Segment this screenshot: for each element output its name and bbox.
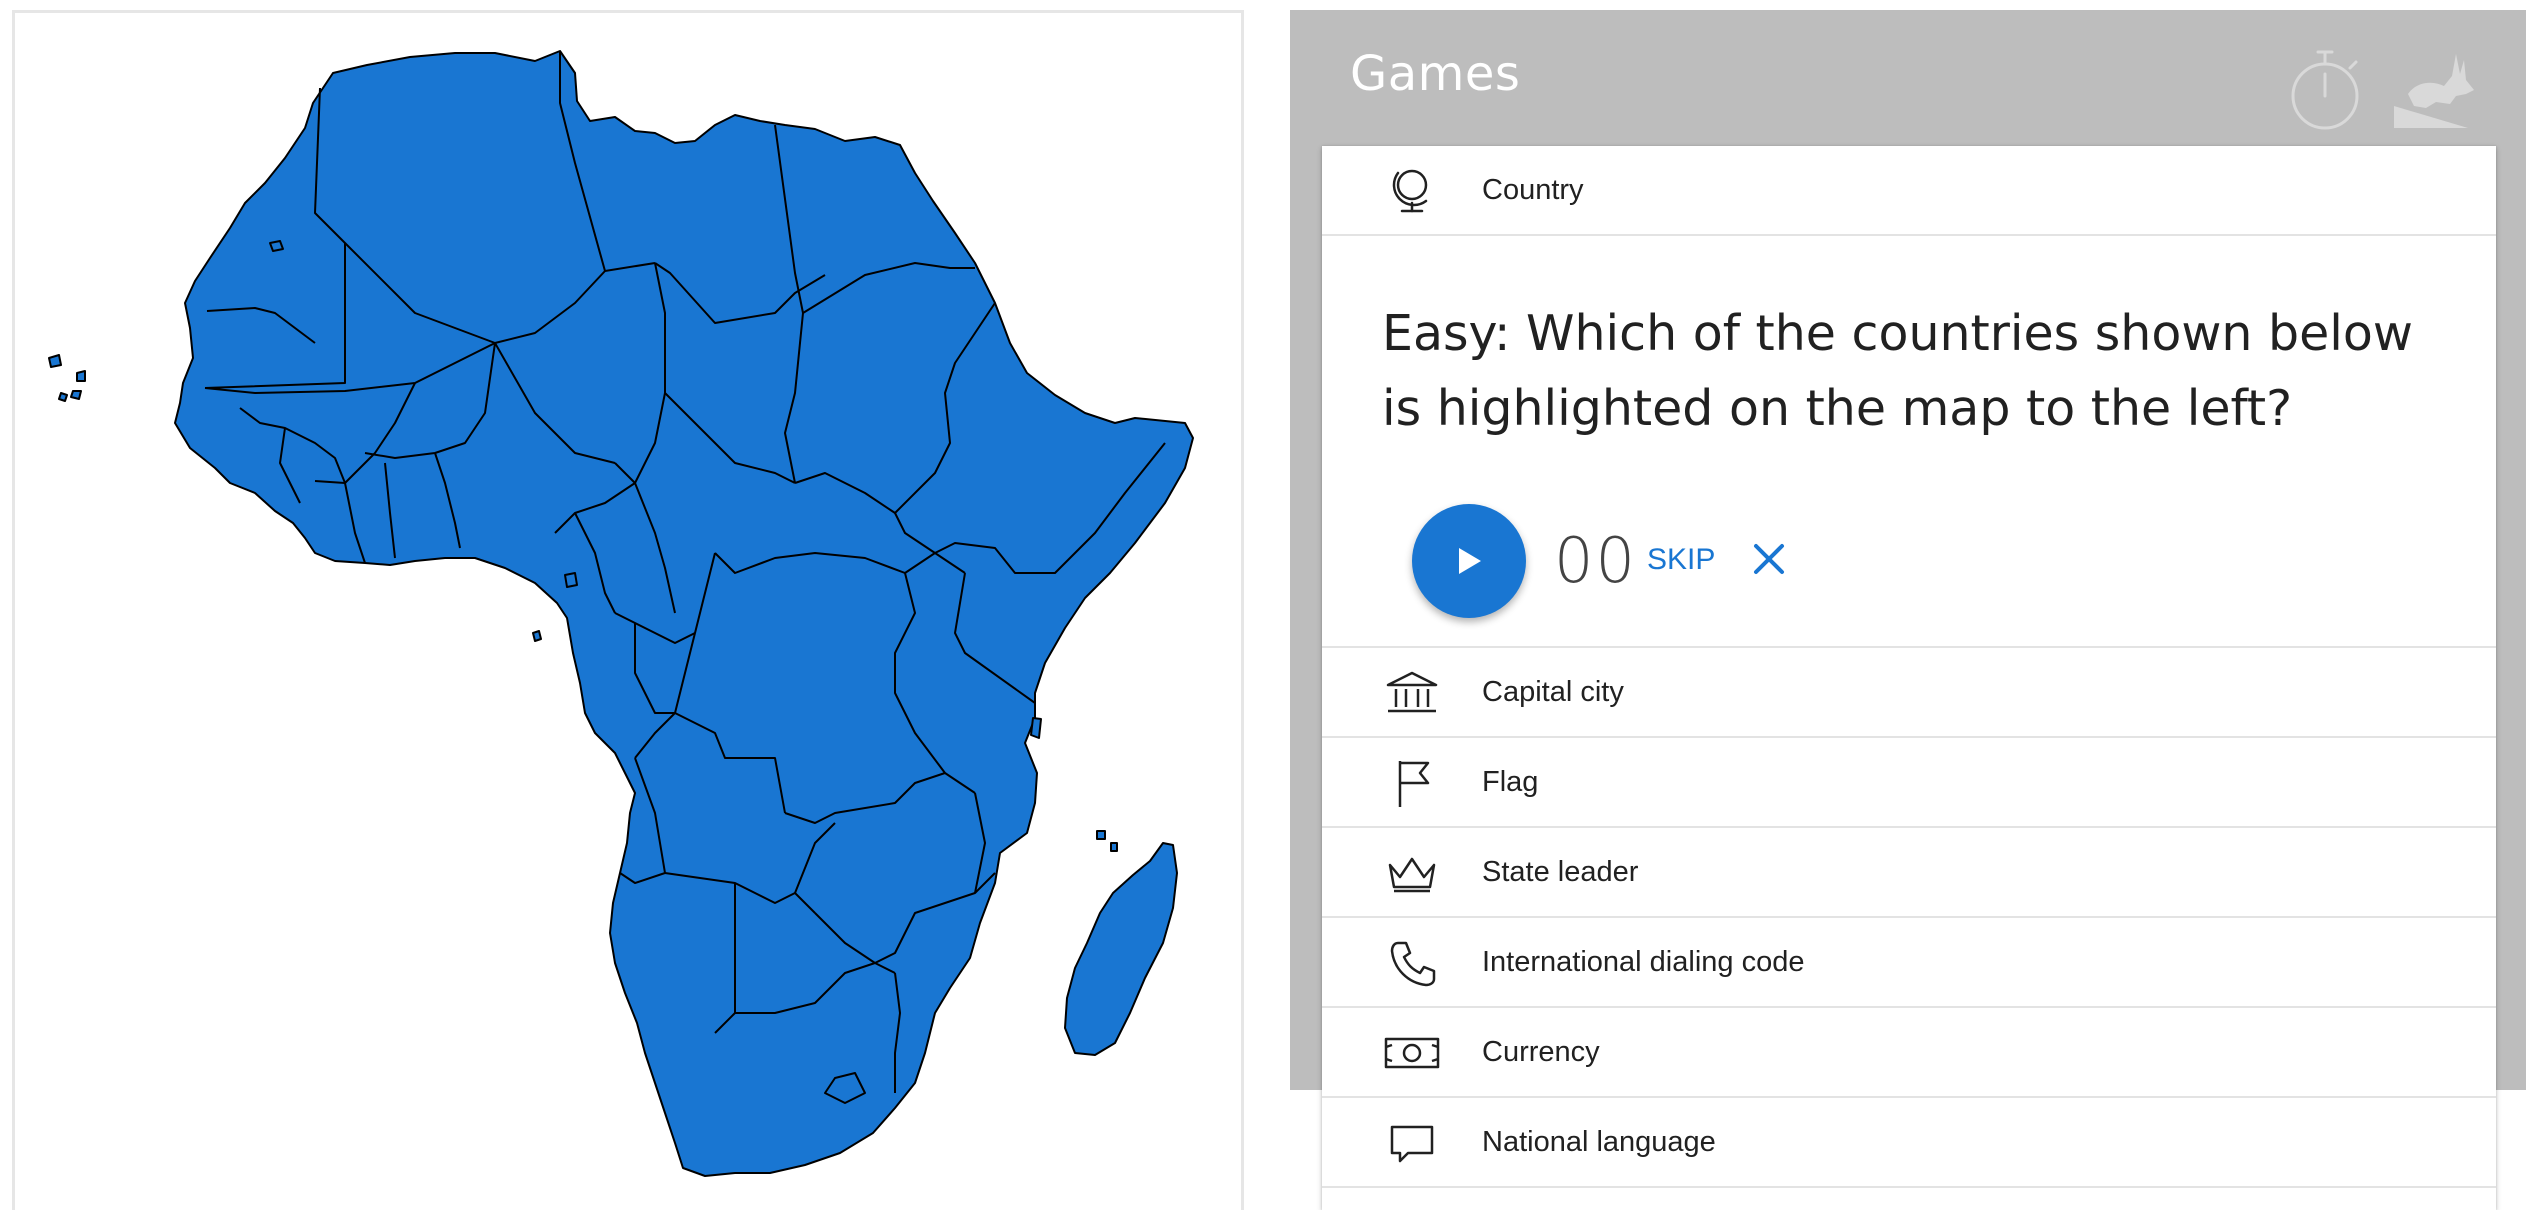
category-label: Flag xyxy=(1482,766,1539,798)
category-label: National language xyxy=(1482,1126,1716,1158)
zanzibar-island xyxy=(1030,717,1042,739)
close-icon xyxy=(1754,544,1784,574)
bioko-island xyxy=(564,572,578,588)
canary-islands xyxy=(269,240,284,252)
phone-icon xyxy=(1390,941,1436,987)
category-state-leader[interactable]: State leader xyxy=(1322,828,2496,918)
map-panel xyxy=(12,10,1244,1210)
close-button[interactable] xyxy=(1746,536,1792,582)
sao-tome-island xyxy=(532,630,542,642)
madagascar xyxy=(1064,842,1178,1056)
play-button[interactable] xyxy=(1412,504,1526,618)
category-label: Country xyxy=(1482,174,1584,206)
government-building-icon xyxy=(1386,671,1438,713)
play-icon xyxy=(1459,548,1481,574)
speech-bubble-icon xyxy=(1390,1125,1434,1163)
question-text: Easy: Which of the countries shown below… xyxy=(1382,305,2413,437)
comoros-islands xyxy=(1096,830,1118,852)
category-national-language[interactable]: National language xyxy=(1322,1098,2496,1188)
game-card: Country Easy: Which of the countries sho… xyxy=(1322,146,2496,1210)
category-label: International dialing code xyxy=(1482,946,1805,978)
category-flag[interactable]: Flag xyxy=(1322,738,2496,828)
flag-icon xyxy=(1398,761,1430,807)
africa-mainland xyxy=(174,50,1194,1177)
category-capital-city[interactable]: Capital city xyxy=(1322,648,2496,738)
banknote-icon xyxy=(1384,1037,1440,1069)
globe-icon xyxy=(1392,169,1428,213)
category-country[interactable]: Country xyxy=(1322,146,2496,236)
category-label: Capital city xyxy=(1482,676,1624,708)
cape-verde-islands xyxy=(48,354,86,402)
category-label: Currency xyxy=(1482,1036,1600,1068)
category-label: State leader xyxy=(1482,856,1639,888)
question-panel: Easy: Which of the countries shown below… xyxy=(1322,236,2496,648)
skip-button[interactable]: SKIP xyxy=(1647,538,1715,582)
category-dialing-code[interactable]: International dialing code xyxy=(1322,918,2496,1008)
crown-icon xyxy=(1388,857,1436,893)
africa-map[interactable] xyxy=(15,13,1244,1210)
hare-icon[interactable] xyxy=(2386,46,2476,136)
games-title: Games xyxy=(1350,46,1521,102)
category-currency[interactable]: Currency xyxy=(1322,1008,2496,1098)
score-counter: 00 xyxy=(1554,524,1637,597)
timer-icon[interactable] xyxy=(2280,46,2370,136)
